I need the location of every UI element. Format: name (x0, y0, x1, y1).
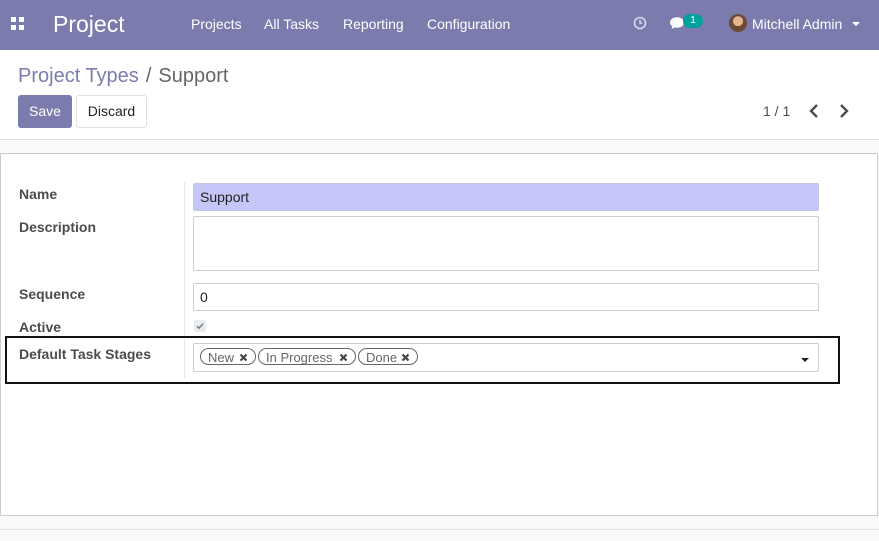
user-menu-caret-icon[interactable] (852, 22, 860, 26)
activity-clock-icon[interactable] (633, 16, 647, 30)
chat-counter-badge: 1 (683, 14, 703, 28)
menu-reporting[interactable]: Reporting (343, 16, 404, 33)
menu-configuration[interactable]: Configuration (427, 16, 510, 33)
menu-all-tasks[interactable]: All Tasks (264, 16, 319, 33)
user-menu-name[interactable]: Mitchell Admin (752, 16, 842, 33)
sequence-field-value: 0 (200, 289, 208, 305)
sequence-label: Sequence (19, 286, 86, 302)
save-button[interactable]: Save (18, 95, 72, 128)
pager-value[interactable]: 1 / 1 (763, 103, 790, 120)
description-label: Description (19, 219, 97, 235)
control-panel: Project Types / Support Save Discard 1 / 1 (0, 50, 879, 140)
menu-projects[interactable]: Projects (191, 16, 242, 33)
breadcrumb-separator: / (145, 65, 152, 87)
app-brand[interactable]: Project (53, 10, 125, 38)
active-label: Active (19, 319, 62, 335)
apps-menu-icon[interactable] (11, 17, 24, 30)
checkmark-icon (196, 323, 204, 330)
pager-previous-icon[interactable] (807, 103, 821, 119)
sequence-field[interactable]: 0 (193, 283, 819, 311)
breadcrumb: Project Types / Support (18, 64, 228, 88)
discard-button[interactable]: Discard (76, 95, 147, 128)
name-label: Name (19, 186, 58, 202)
breadcrumb-current: Support (158, 65, 229, 87)
user-avatar[interactable] (729, 14, 747, 32)
name-field[interactable]: Support (193, 183, 819, 211)
name-field-value: Support (200, 189, 250, 205)
active-checkbox[interactable] (194, 320, 206, 332)
breadcrumb-parent-link[interactable]: Project Types (18, 65, 139, 87)
description-field[interactable] (193, 216, 819, 271)
sheet-bottom-divider (0, 529, 879, 530)
highlight-box (5, 336, 840, 384)
top-navbar: Project Projects All Tasks Reporting Con… (0, 0, 879, 50)
pager-next-icon[interactable] (837, 103, 851, 119)
